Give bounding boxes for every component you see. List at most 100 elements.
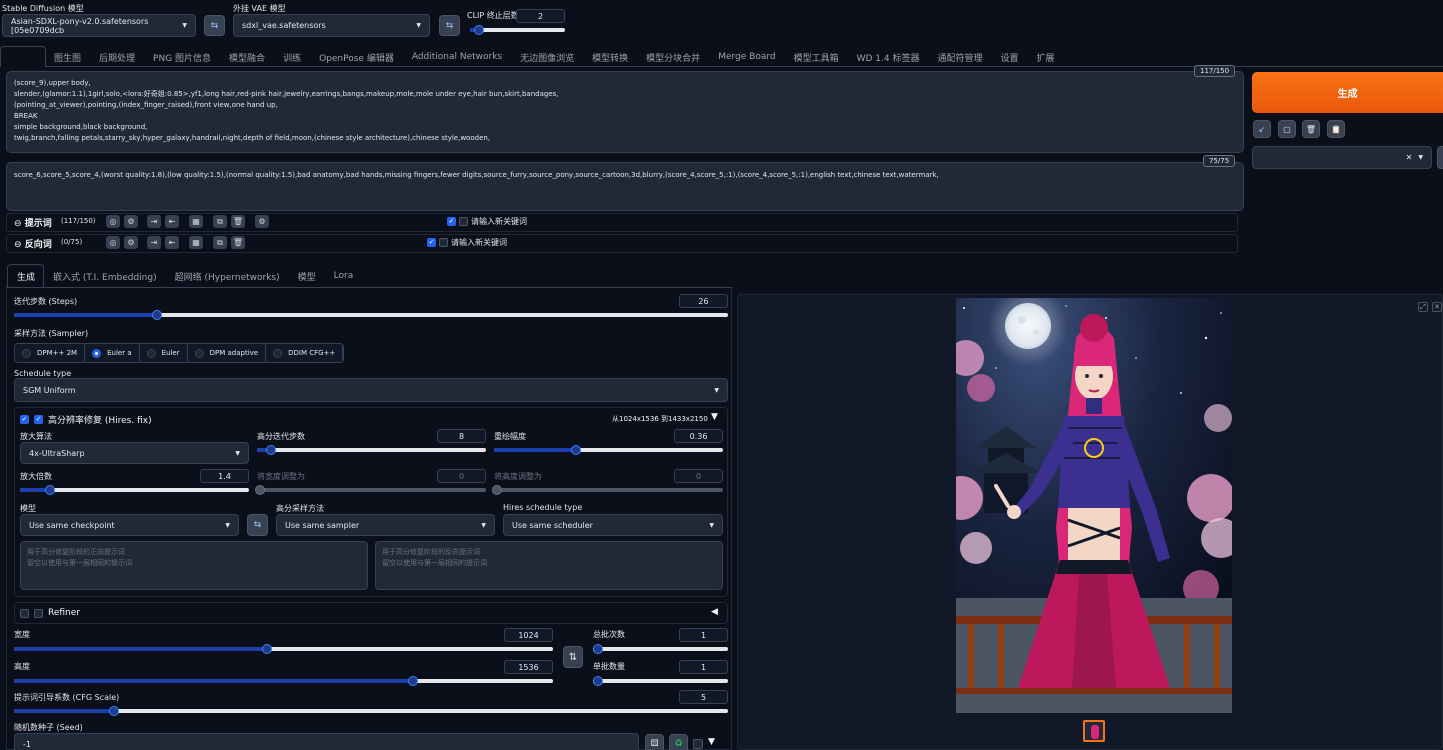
scale-slider[interactable]: [20, 485, 249, 495]
seed-input[interactable]: -1: [14, 733, 639, 750]
model-select[interactable]: Asian-SDXL-pony-v2.0.safetensors [05e070…: [2, 14, 196, 37]
reuse-seed-button[interactable]: ♻: [669, 734, 688, 750]
negative-toolbar-title[interactable]: ⊖ 反向词: [14, 237, 52, 250]
thumbnail[interactable]: [1083, 720, 1105, 742]
export-icon[interactable]: ⇤: [165, 215, 179, 228]
main-tab[interactable]: 扩展: [1028, 51, 1064, 64]
scale-number[interactable]: 1.4: [200, 469, 249, 483]
main-tab[interactable]: 训练: [274, 51, 310, 64]
resize-width-number[interactable]: 0: [437, 469, 486, 483]
checkbox-empty-icon[interactable]: [439, 238, 448, 247]
main-tab[interactable]: 模型融合: [220, 51, 274, 64]
hires-header[interactable]: ✓ ✓ 高分辨率修复 (Hires. fix): [20, 413, 152, 426]
checkbox-icon[interactable]: ✓: [427, 238, 436, 247]
grid-icon[interactable]: ▦: [189, 236, 203, 249]
schedule-select[interactable]: SGM Uniform ▼: [14, 378, 728, 402]
main-tab[interactable]: WD 1.4 标签器: [848, 51, 929, 64]
main-tab[interactable]: 模型工具箱: [785, 51, 848, 64]
sub-tab[interactable]: 超网络 (Hypernetworks): [166, 270, 289, 283]
hires-steps-slider[interactable]: [257, 445, 486, 455]
denoise-number[interactable]: 0.36: [674, 429, 723, 443]
generated-image[interactable]: [956, 298, 1232, 713]
prompt-keyword-input[interactable]: ✓ 请输入新关键词: [447, 216, 527, 227]
main-tab[interactable]: OpenPose 编辑器: [310, 51, 403, 64]
styles-select[interactable]: ✕ ▼: [1252, 146, 1432, 169]
main-tab[interactable]: 模型转换: [583, 51, 637, 64]
hires-scheduler-select[interactable]: Use same scheduler ▼: [503, 514, 723, 536]
prompt-textarea[interactable]: (score_9),upper body, slender,(glamor:1.1…: [6, 71, 1244, 153]
main-tab[interactable]: 通配符管理: [928, 51, 991, 64]
swap-dimensions-button[interactable]: ⇅: [563, 646, 583, 668]
height-number[interactable]: 1536: [504, 660, 553, 674]
batch-count-slider[interactable]: [593, 644, 728, 654]
main-tab[interactable]: 图生图: [45, 51, 90, 64]
cfg-number[interactable]: 5: [679, 690, 728, 704]
resize-width-slider[interactable]: [255, 485, 486, 495]
checkbox-empty-icon[interactable]: [34, 608, 43, 618]
width-number[interactable]: 1024: [504, 628, 553, 642]
main-tab[interactable]: 后期处理: [90, 51, 144, 64]
main-tab[interactable]: Additional Networks: [403, 52, 511, 62]
translate-icon[interactable]: ◎: [106, 215, 120, 228]
hires-steps-number[interactable]: 8: [437, 429, 486, 443]
settings-icon[interactable]: ⚙: [124, 236, 138, 249]
generate-button[interactable]: 生成: [1252, 72, 1443, 113]
denoise-slider[interactable]: [494, 445, 723, 455]
batch-size-slider[interactable]: [593, 676, 728, 686]
batch-count-number[interactable]: 1: [679, 628, 728, 642]
extra-seed-checkbox[interactable]: [693, 739, 703, 749]
checkbox-empty-icon[interactable]: [20, 608, 29, 618]
fullscreen-icon[interactable]: ⤢: [1418, 302, 1428, 312]
hires-sampler-select[interactable]: Use same sampler ▼: [276, 514, 495, 536]
checkbox-icon[interactable]: ✓: [20, 415, 29, 424]
sub-tab[interactable]: 嵌入式 (T.I. Embedding): [44, 270, 166, 283]
export-icon[interactable]: ⇤: [165, 236, 179, 249]
clip-slider[interactable]: [470, 25, 565, 35]
settings-icon[interactable]: ⚙: [124, 215, 138, 228]
main-tab[interactable]: 无边图像浏览: [511, 51, 583, 64]
checkbox-icon[interactable]: ✓: [34, 415, 43, 424]
sampler-option[interactable]: DPM++ 2M: [15, 344, 86, 362]
steps-number[interactable]: 26: [679, 294, 728, 308]
styles-refresh-button[interactable]: [1437, 146, 1443, 169]
trash-icon[interactable]: 🗑: [231, 236, 245, 249]
hires-checkpoint-select[interactable]: Use same checkpoint ▼: [20, 514, 239, 536]
expand-triangle-icon[interactable]: ◀: [711, 607, 718, 617]
negative-keyword-input[interactable]: ✓ 请输入新关键词: [427, 237, 507, 248]
import-icon[interactable]: ⇥: [147, 236, 161, 249]
main-tab[interactable]: 设置: [992, 51, 1028, 64]
expand-triangle-icon[interactable]: ▼: [708, 737, 715, 747]
copy-icon[interactable]: ⧉: [213, 215, 227, 228]
prompt-toolbar-title[interactable]: ⊖ 提示词: [14, 216, 52, 229]
sampler-option[interactable]: Euler a: [85, 344, 140, 362]
sampler-option[interactable]: Euler: [139, 344, 188, 362]
refiner-header[interactable]: Refiner: [20, 608, 80, 618]
sampler-option[interactable]: DDIM CFG++: [266, 344, 344, 362]
sub-tab[interactable]: 模型: [289, 270, 325, 283]
clear-button[interactable]: 🗑: [1302, 120, 1320, 138]
checkbox-icon[interactable]: ✓: [447, 217, 456, 226]
cfg-slider[interactable]: [14, 706, 728, 716]
sampler-option[interactable]: DPM adaptive: [187, 344, 267, 362]
upscaler-select[interactable]: 4x-UltraSharp ▼: [20, 442, 249, 464]
vae-select[interactable]: sdxl_vae.safetensors ▼: [233, 14, 430, 37]
hires-negative-textarea[interactable]: 用于高分修复阶段的反向提示词 留空以使用与第一层相同的提示词: [375, 541, 723, 590]
trash-icon[interactable]: 🗑: [231, 215, 245, 228]
negative-prompt-textarea[interactable]: score_6,score_5,score_4,(worst quality:1…: [6, 162, 1244, 211]
width-slider[interactable]: [14, 644, 553, 654]
refresh-model-button[interactable]: ⇆: [204, 15, 225, 36]
random-seed-button[interactable]: ⚄: [645, 734, 664, 750]
clip-number[interactable]: 2: [516, 9, 565, 23]
grid-icon[interactable]: ▦: [189, 215, 203, 228]
resize-height-number[interactable]: 0: [674, 469, 723, 483]
checkbox-empty-icon[interactable]: [459, 217, 468, 226]
steps-slider[interactable]: [14, 310, 728, 320]
height-slider[interactable]: [14, 676, 553, 686]
gear-icon[interactable]: ⚙: [255, 215, 269, 228]
copy-icon[interactable]: ⧉: [213, 236, 227, 249]
close-icon[interactable]: ✕: [1432, 302, 1442, 312]
paste-button[interactable]: ▢: [1278, 120, 1296, 138]
sub-tab[interactable]: Lora: [325, 271, 363, 281]
translate-icon[interactable]: ◎: [106, 236, 120, 249]
resize-height-slider[interactable]: [492, 485, 723, 495]
